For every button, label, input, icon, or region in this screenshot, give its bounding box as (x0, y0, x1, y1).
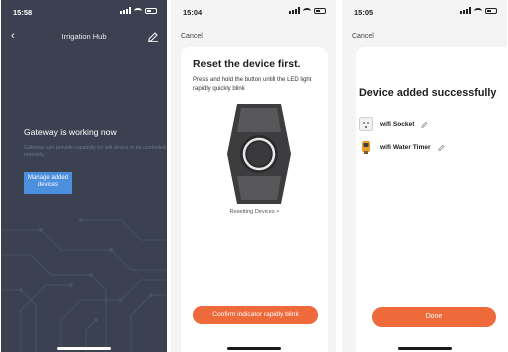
system-icons (289, 7, 326, 14)
status-bar: 15:04 (171, 6, 336, 20)
circuit-background-icon (1, 218, 167, 352)
cancel-button[interactable]: Cancel (181, 33, 203, 40)
home-indicator[interactable] (57, 347, 111, 350)
reset-card: Reset the device first. Press and hold t… (181, 47, 328, 352)
page-title: Irrigation Hub (61, 32, 107, 41)
resetting-devices-link[interactable]: Resetting Devices > (181, 209, 328, 215)
home-indicator[interactable] (226, 347, 281, 350)
cancel-button[interactable]: Cancel (352, 33, 374, 40)
reset-title: Reset the device first. (193, 59, 301, 70)
gateway-status-heading: Gateway is working now (24, 127, 117, 137)
reset-device-screen: 15:04 Cancel Reset the device first. Pre… (171, 0, 336, 352)
pencil-icon[interactable] (147, 30, 159, 42)
status-time: 15:04 (183, 8, 203, 17)
system-icons (120, 7, 157, 14)
status-time: 15:58 (13, 8, 33, 17)
battery-icon (145, 7, 157, 14)
wifi-icon (474, 7, 482, 14)
battery-icon (485, 7, 497, 14)
manage-devices-button[interactable]: Manage added devices (24, 172, 72, 194)
status-bar: 15:05 (342, 6, 507, 20)
system-icons (460, 7, 497, 14)
wifi-icon (134, 7, 142, 14)
device-name: wifi Water Timer (380, 143, 431, 151)
pencil-icon[interactable] (438, 144, 445, 151)
gateway-device-icon (227, 104, 291, 204)
device-item-water-timer[interactable]: wifi Water Timer (359, 140, 445, 154)
success-title: Device added successfully (359, 87, 497, 99)
signal-icon (289, 7, 300, 14)
pencil-icon[interactable] (421, 121, 428, 128)
device-added-screen: 15:05 Cancel Device added successfully w… (342, 0, 507, 352)
wifi-icon (303, 7, 311, 14)
home-indicator[interactable] (397, 347, 452, 350)
device-item-socket[interactable]: wifi Socket (359, 117, 428, 131)
done-button[interactable]: Done (372, 307, 496, 327)
gateway-screen: 15:58 ‹ Irrigation Hub Gateway is workin… (1, 0, 167, 352)
gateway-description: Gateway can provide capability for wifi … (24, 145, 166, 159)
signal-icon (460, 7, 471, 14)
reset-instructions: Press and hold the button untill the LED… (193, 77, 312, 92)
top-nav: ‹ Irrigation Hub (1, 30, 167, 44)
signal-icon (120, 7, 131, 14)
confirm-blink-button[interactable]: Confirm indicator rapidly blink (193, 306, 318, 324)
device-name: wifi Socket (380, 120, 415, 128)
water-timer-icon (362, 141, 370, 154)
battery-icon (314, 7, 326, 14)
status-bar: 15:58 (1, 6, 167, 20)
socket-icon (359, 117, 373, 131)
status-time: 15:05 (354, 8, 374, 17)
